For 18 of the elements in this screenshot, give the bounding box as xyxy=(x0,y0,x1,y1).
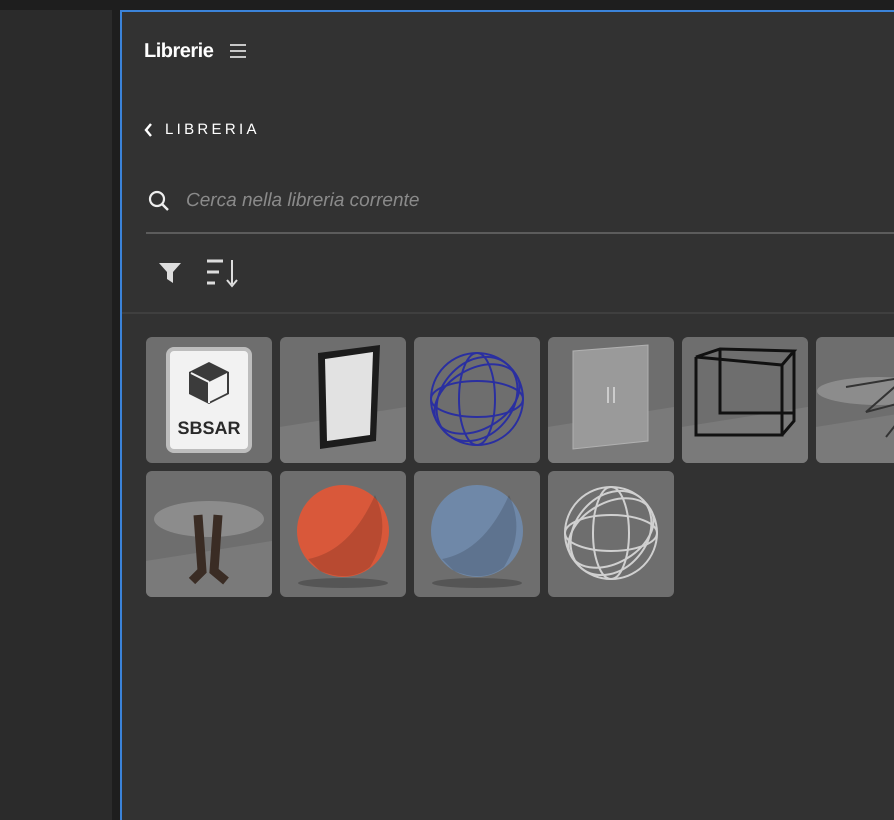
back-link[interactable]: LIBRERIA xyxy=(144,118,260,142)
material-thumbnail[interactable] xyxy=(414,337,540,463)
search-field[interactable]: Cerca nella libreria corrente xyxy=(186,186,894,216)
panel-title: Librerie xyxy=(144,39,214,64)
search-icon xyxy=(148,190,170,212)
material-thumbnail[interactable] xyxy=(548,471,674,597)
sbsar-file-icon: SBSAR xyxy=(166,347,252,453)
file-thumbnail[interactable]: SBSAR xyxy=(146,337,272,463)
sort-icon[interactable] xyxy=(206,258,238,288)
chevron-left-icon xyxy=(144,123,153,137)
menu-icon[interactable] xyxy=(229,44,248,58)
material-thumbnail[interactable] xyxy=(280,337,406,463)
material-thumbnail[interactable] xyxy=(280,471,406,597)
material-thumbnail[interactable] xyxy=(682,337,808,463)
material-thumbnail[interactable] xyxy=(146,471,272,597)
material-thumbnail[interactable] xyxy=(548,337,674,463)
filter-icon[interactable] xyxy=(158,261,182,285)
material-thumbnail[interactable] xyxy=(414,471,540,597)
